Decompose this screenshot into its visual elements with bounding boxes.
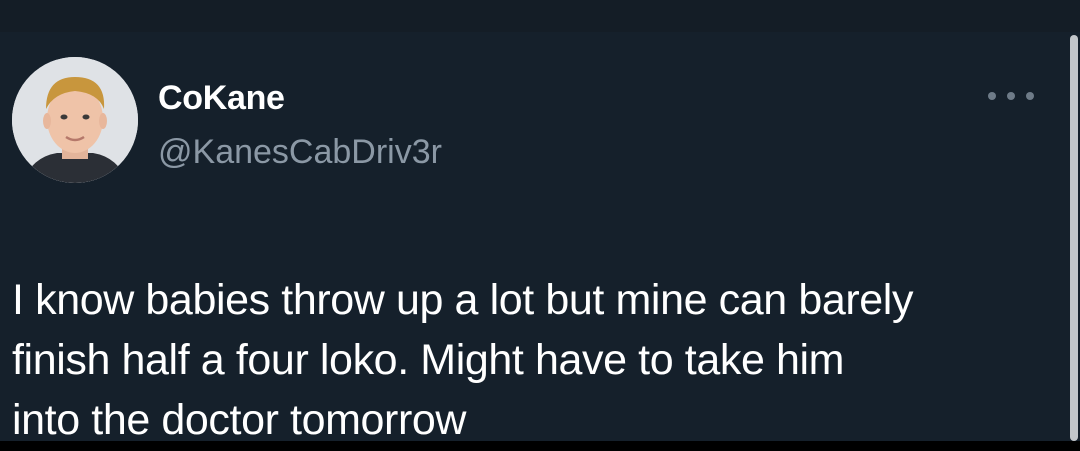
more-options-button[interactable]: [988, 82, 1034, 110]
more-horizontal-icon-dot: [1026, 92, 1034, 100]
display-name[interactable]: CoKane: [158, 78, 285, 118]
more-horizontal-icon-dot: [1007, 92, 1015, 100]
avatar[interactable]: [12, 57, 138, 183]
bottom-band: [0, 441, 1080, 451]
tweet-card: CoKane @KanesCabDriv3r I know babies thr…: [0, 0, 1080, 451]
avatar-photo: [12, 57, 138, 183]
top-strip: [0, 0, 1080, 32]
tweet-text: I know babies throw up a lot but mine ca…: [12, 276, 914, 444]
more-horizontal-icon: [988, 92, 996, 100]
user-handle[interactable]: @KanesCabDriv3r: [158, 132, 442, 172]
scrollbar[interactable]: [1070, 35, 1078, 441]
